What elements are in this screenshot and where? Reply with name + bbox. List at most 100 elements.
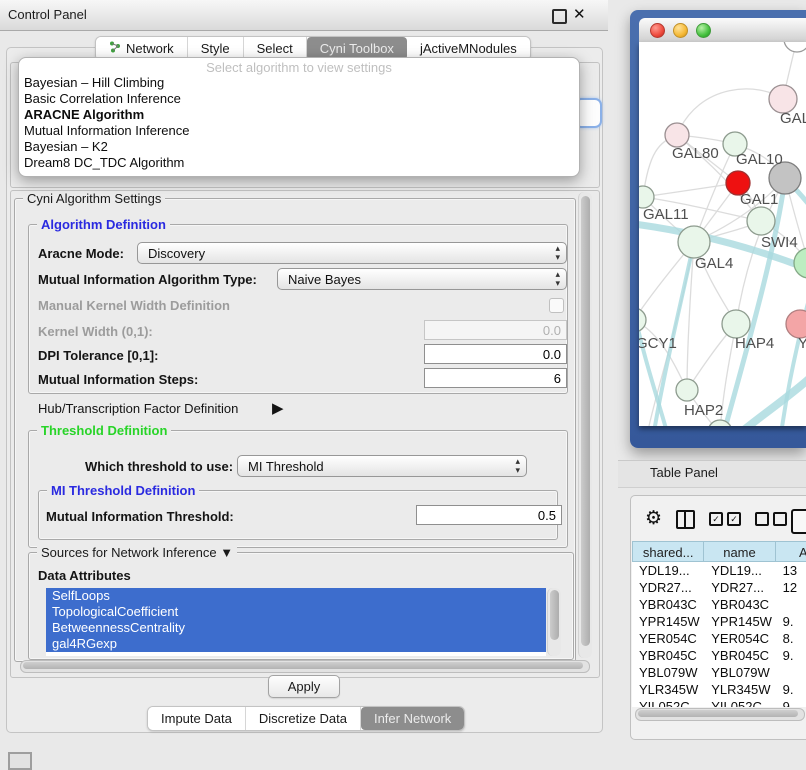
network-node-gal4[interactable] [678, 226, 710, 258]
table-row[interactable]: YPR145WYPR145W9. [632, 613, 806, 630]
stepper-icon: ▴▾ [555, 270, 560, 288]
columns-icon[interactable] [676, 510, 695, 529]
attribute-list-scrollbar[interactable] [547, 588, 561, 656]
stepper-icon: ▴▾ [515, 457, 520, 475]
table-horizontal-scrollbar[interactable] [635, 708, 805, 721]
algorithm-option[interactable]: ARACNE Algorithm [19, 107, 579, 123]
algorithm-popup-placeholder: Select algorithm to view settings [19, 60, 579, 75]
dpi-tolerance-field[interactable]: 0.0 [424, 344, 567, 364]
aracne-mode-value: Discovery [148, 246, 205, 261]
table-row[interactable]: YDR27...YDR27...12 [632, 579, 806, 596]
table-row[interactable]: YBR043CYBR043C [632, 596, 806, 613]
network-node-y[interactable] [786, 310, 806, 338]
settings-horizontal-scrollbar[interactable] [20, 660, 590, 673]
table-row[interactable]: YLR345WYLR345W9. [632, 681, 806, 698]
attribute-item[interactable]: gal4RGexp [46, 636, 546, 652]
algorithm-option[interactable]: Bayesian – Hill Climbing [19, 75, 579, 91]
data-attributes-list[interactable]: SelfLoopsTopologicalCoefficientBetweenne… [46, 588, 546, 656]
table-cell: YBR045C [632, 647, 704, 664]
table-cell: YBR043C [704, 596, 775, 613]
table-panel: ⚙ ✓✓ shared...nameA YDL19...YDL19...13YD… [630, 495, 806, 740]
mi-threshold-label: Mutual Information Threshold: [46, 509, 234, 524]
dpi-tolerance-label: DPI Tolerance [0,1]: [38, 348, 158, 363]
mi-type-value: Naive Bayes [288, 272, 361, 287]
which-threshold-combo[interactable]: MI Threshold ▴▾ [237, 455, 527, 477]
tab-label: Cyni Toolbox [320, 41, 394, 56]
algorithm-option[interactable]: Bayesian – K2 [19, 139, 579, 155]
network-icon [109, 41, 121, 56]
table-cell: YIL052C [704, 698, 775, 707]
select-all-columns-icon[interactable]: ✓✓ [709, 512, 741, 526]
network-node-label: GAL [780, 110, 806, 127]
close-icon[interactable]: ✕ [573, 5, 586, 23]
sources-legend-text: Sources for Network Inference [41, 545, 217, 560]
function-builder-icon[interactable] [791, 509, 806, 534]
network-view-window[interactable]: GALGAL80GAL10GAL1SWI4GAL11GAL4GCY1HAP4YH… [630, 10, 806, 448]
network-node[interactable] [784, 42, 806, 52]
table-cell: YLR345W [704, 681, 775, 698]
stepper-icon: ▴▾ [555, 244, 560, 262]
network-node-hap4[interactable] [722, 310, 750, 338]
mi-threshold-field[interactable]: 0.5 [416, 505, 562, 525]
float-panel-icon[interactable] [552, 9, 567, 24]
kernel-width-field[interactable]: 0.0 [424, 320, 567, 340]
table-row[interactable]: YIL052CYIL052C9. [632, 698, 806, 707]
tab-impute-data[interactable]: Impute Data [148, 707, 246, 730]
network-node-label: SWI4 [761, 234, 798, 251]
attribute-item[interactable]: BetweennessCentrality [46, 620, 546, 636]
table-cell: 9. [776, 681, 806, 698]
attribute-item[interactable]: SelfLoops [46, 588, 546, 604]
hub-expand-arrow-icon[interactable]: ▶ [272, 399, 284, 417]
network-window-titlebar[interactable] [639, 18, 806, 42]
data-attributes-label: Data Attributes [38, 568, 131, 583]
network-node-hap2[interactable] [676, 379, 698, 401]
algorithm-option[interactable]: Mutual Information Inference [19, 123, 579, 139]
table-row[interactable]: YBR045CYBR045C9. [632, 647, 806, 664]
network-node-gal[interactable] [769, 85, 797, 113]
attribute-item[interactable]: TopologicalCoefficient [46, 604, 546, 620]
minimize-window-icon[interactable] [673, 23, 688, 38]
column-header[interactable]: A [776, 541, 806, 562]
mi-steps-label: Mutual Information Steps: [38, 372, 198, 387]
algorithm-option[interactable]: Basic Correlation Inference [19, 91, 579, 107]
table-cell: YBL079W [704, 664, 775, 681]
mi-type-label: Mutual Information Algorithm Type: [38, 272, 257, 287]
tab-discretize-data[interactable]: Discretize Data [246, 707, 361, 730]
network-node-label: HAP4 [735, 335, 774, 352]
collapse-arrow-icon[interactable]: ▼ [220, 545, 233, 560]
network-node-label: GAL4 [695, 255, 733, 272]
close-window-icon[interactable] [650, 23, 665, 38]
mi-steps-field[interactable]: 6 [424, 368, 567, 388]
settings-vertical-scrollbar[interactable] [578, 192, 592, 658]
mi-type-combo[interactable]: Naive Bayes ▴▾ [277, 268, 567, 290]
docked-panel-icon[interactable] [8, 752, 32, 770]
network-edge [677, 89, 783, 135]
table-row[interactable]: YBL079WYBL079W [632, 664, 806, 681]
network-node-gcy1[interactable] [639, 308, 646, 332]
table-cell: 9. [776, 647, 806, 664]
deselect-all-columns-icon[interactable] [755, 512, 787, 526]
table-toolbar: ⚙ ✓✓ [631, 504, 806, 534]
table-cell: 9. [776, 613, 806, 630]
network-canvas[interactable]: GALGAL80GAL10GAL1SWI4GAL11GAL4GCY1HAP4YH… [639, 42, 806, 426]
algorithm-popup-list: Bayesian – Hill ClimbingBasic Correlatio… [19, 75, 579, 171]
aracne-mode-combo[interactable]: Discovery ▴▾ [137, 242, 567, 264]
network-node[interactable] [794, 248, 806, 278]
algorithm-option[interactable]: Dream8 DC_TDC Algorithm [19, 155, 579, 171]
table-row[interactable]: YDL19...YDL19...13 [632, 562, 806, 579]
network-node-gal80[interactable] [665, 123, 689, 147]
column-header[interactable]: name [704, 541, 775, 562]
apply-button[interactable]: Apply [268, 675, 340, 698]
network-node-label: GCY1 [639, 335, 677, 352]
manual-kernel-checkbox[interactable] [549, 298, 564, 313]
table-cell: YDL19... [632, 562, 704, 579]
network-node-label: HAP2 [684, 402, 723, 419]
table-row[interactable]: YER054CYER054C8. [632, 630, 806, 647]
network-node-swi4[interactable] [747, 207, 775, 235]
column-header[interactable]: shared... [632, 541, 704, 562]
network-edge [643, 183, 738, 197]
tab-infer-network[interactable]: Infer Network [361, 707, 464, 730]
network-node-label: GAL10 [736, 151, 783, 168]
zoom-window-icon[interactable] [696, 23, 711, 38]
gear-icon[interactable]: ⚙ [645, 509, 662, 529]
